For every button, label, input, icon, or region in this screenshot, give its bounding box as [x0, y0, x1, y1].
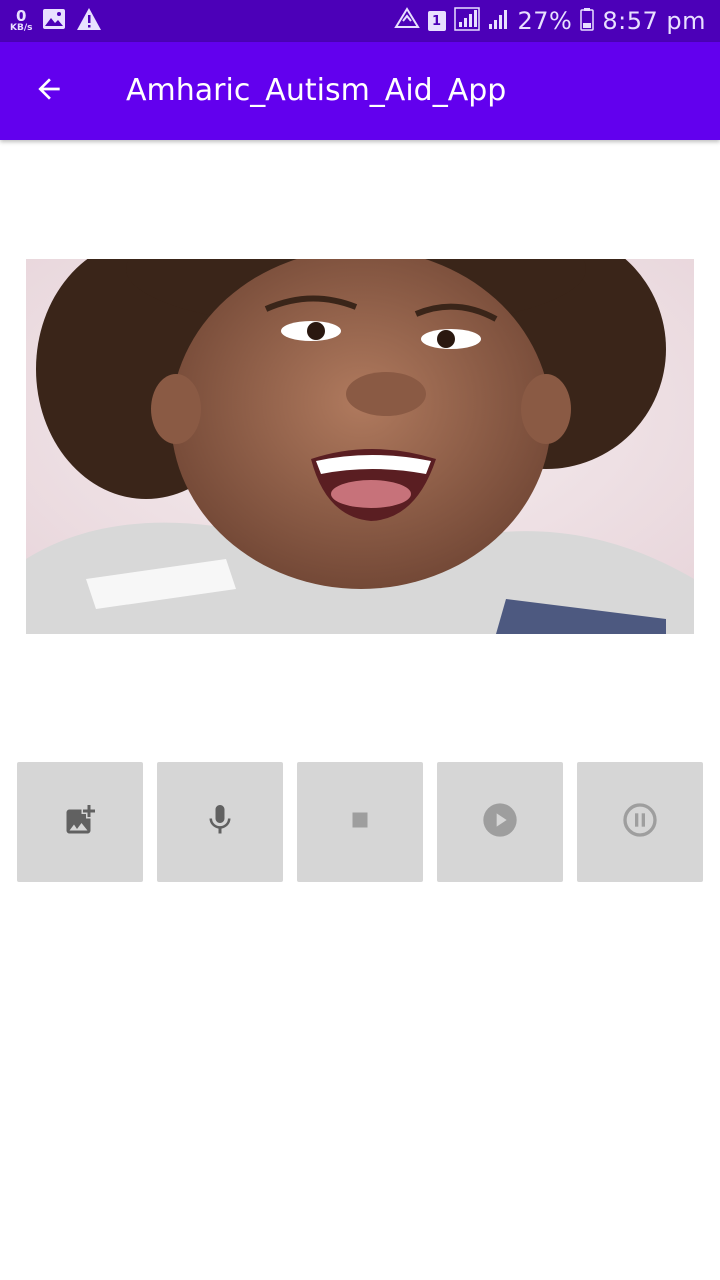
data-sync-icon: [393, 7, 420, 35]
app-bar: Amharic_Autism_Aid_App: [0, 42, 720, 140]
status-bar-left: 0 KB/s: [10, 6, 102, 36]
back-button[interactable]: [22, 64, 76, 118]
stop-icon: [342, 802, 378, 842]
clock: 8:57 pm: [602, 7, 706, 35]
record-button[interactable]: [157, 762, 283, 882]
child-photo: [26, 259, 694, 634]
sim-badge: 1: [427, 11, 446, 31]
warning-icon: [76, 7, 102, 35]
pause-circle-icon: [620, 800, 660, 844]
signal-icon: [488, 7, 510, 35]
play-button[interactable]: [437, 762, 563, 882]
child-photo-illustration: [26, 259, 694, 634]
net-speed-unit: KB/s: [10, 23, 33, 33]
add-photo-icon: [62, 802, 98, 842]
stop-button[interactable]: [297, 762, 423, 882]
status-bar-right: 1 27% 8:57 pm: [393, 4, 706, 38]
status-bar: 0 KB/s 1 27% 8:57 pm: [0, 0, 720, 42]
app-title: Amharic_Autism_Aid_App: [126, 73, 507, 108]
battery-icon: [580, 7, 595, 35]
image-icon: [42, 8, 66, 34]
media-controls: [17, 762, 703, 882]
net-speed: 0 KB/s: [10, 9, 32, 33]
pause-button[interactable]: [577, 762, 703, 882]
battery-percent: 27%: [517, 7, 573, 35]
mic-icon: [202, 802, 238, 842]
arrow-back-icon: [33, 73, 65, 109]
net-speed-value: 0: [16, 7, 27, 25]
play-circle-icon: [480, 800, 520, 844]
signal-icon: [453, 7, 480, 35]
add-image-button[interactable]: [17, 762, 143, 882]
